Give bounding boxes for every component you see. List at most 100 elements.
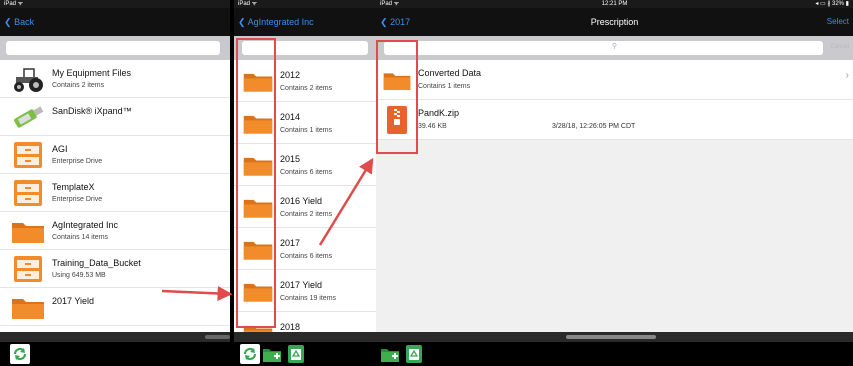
status-carrier: iPad ᯤ (238, 1, 258, 7)
recycle-bin-icon[interactable] (286, 344, 306, 364)
list-item-sandisk-ixpand[interactable]: SanDisk® iXpand™ (0, 98, 230, 136)
back-label: Back (14, 17, 35, 27)
folder-icon (243, 73, 273, 92)
cabinet-icon (14, 180, 42, 206)
nav-bar: ❮ Back (0, 8, 230, 36)
new-folder-icon[interactable] (262, 344, 282, 364)
zip-file-icon (387, 106, 407, 134)
item-title: 2016 Yield (280, 196, 323, 206)
status-bar: iPad ᯤ (0, 0, 230, 8)
item-subtitle: Contains 19 items (280, 295, 337, 302)
search-input[interactable] (242, 41, 368, 55)
item-title: PandK.zip (418, 108, 460, 118)
item-subtitle: Contains 2 items (280, 211, 333, 218)
item-title: TemplateX (52, 182, 95, 192)
back-button[interactable]: ❮ AgIntegrated Inc (238, 17, 314, 28)
list-item-agintegrated-inc[interactable]: AgIntegrated Inc Contains 14 items (0, 212, 230, 250)
status-carrier: iPad ᯤ (4, 1, 24, 7)
root-files-pane: iPad ᯤ ❮ Back My Equipment Files Contain… (0, 0, 230, 366)
list-item-2015[interactable]: 2015 Contains 6 items (234, 144, 376, 186)
list-item-templatex[interactable]: TemplateX Enterprise Drive (0, 174, 230, 212)
status-time: 12:21 PM (601, 1, 628, 7)
item-title: My Equipment Files (52, 68, 132, 78)
folder-icon (243, 115, 273, 134)
item-title: 2014 (280, 112, 301, 122)
folder-icon (12, 223, 44, 243)
search-bar: ⚲ Cancel (376, 36, 853, 60)
list-item-2018[interactable]: 2018 (234, 312, 376, 332)
item-subtitle: Contains 14 items (52, 234, 109, 241)
list-item-2012[interactable]: 2012 Contains 2 items (234, 60, 376, 102)
item-title: 2017 Yield (280, 280, 323, 290)
folder-icon (243, 199, 273, 218)
folder-icon (383, 73, 411, 90)
item-title: SanDisk® iXpand™ (52, 106, 132, 116)
item-subtitle: Using 649.53 MB (52, 272, 106, 279)
new-folder-icon[interactable] (380, 344, 400, 364)
item-subtitle: Contains 1 items (280, 127, 333, 134)
folder-icon (243, 241, 273, 260)
search-input[interactable] (6, 41, 220, 55)
list-item-2014[interactable]: 2014 Contains 1 items (234, 102, 376, 144)
list-item-2017-yield[interactable]: 2017 Yield (0, 288, 230, 326)
item-subtitle: Enterprise Drive (52, 196, 103, 203)
status-bar: iPad ᯤ 12:21 PM ◂ ▭ ∦ 32% ▮ (376, 0, 853, 8)
item-title: 2012 (280, 70, 301, 80)
status-battery: ◂ ▭ ∦ 32% ▮ (815, 1, 849, 7)
folder-icon (12, 299, 44, 319)
folder-icon (243, 325, 273, 332)
list-item-2017[interactable]: 2017 Contains 6 items (234, 228, 376, 270)
cancel-button[interactable]: Cancel (830, 44, 849, 50)
item-date: 3/28/18, 12:26:05 PM CDT (552, 123, 636, 130)
prescription-pane: iPad ᯤ 12:21 PM ◂ ▭ ∦ 32% ▮ ❮ 2017 Presc… (376, 0, 853, 366)
refresh-icon[interactable] (10, 344, 30, 364)
item-subtitle: Enterprise Drive (52, 158, 103, 165)
folder-icon (243, 283, 273, 302)
scroll-handle[interactable] (566, 335, 656, 339)
list-item-my-equipment-files[interactable]: My Equipment Files Contains 2 items (0, 60, 230, 98)
list-item-pandk-zip[interactable]: PandK.zip 39.46 KB 3/28/18, 12:26:05 PM … (376, 100, 853, 140)
item-title: 2017 Yield (52, 296, 95, 306)
item-size: 39.46 KB (418, 123, 447, 130)
back-label: AgIntegrated Inc (247, 17, 314, 27)
scroll-track (0, 332, 230, 342)
list-item-converted-data[interactable]: Converted Data Contains 1 items › (376, 60, 853, 100)
chevron-left-icon: ❮ (238, 17, 246, 27)
list-item-agi[interactable]: AGI Enterprise Drive (0, 136, 230, 174)
recycle-bin-icon[interactable] (404, 344, 424, 364)
page-title: Prescription (590, 17, 639, 27)
search-icon: ⚲ (611, 43, 618, 50)
list-item-2017-yield[interactable]: 2017 Yield Contains 19 items (234, 270, 376, 312)
item-title: 2015 (280, 154, 301, 164)
scroll-track (376, 332, 853, 342)
list-item-training-data-bucket[interactable]: Training_Data_Bucket Using 649.53 MB (0, 250, 230, 288)
item-subtitle: Contains 1 items (418, 83, 471, 90)
bottom-toolbar (376, 342, 853, 366)
scroll-track (234, 332, 376, 342)
file-list: Converted Data Contains 1 items › PandK.… (376, 60, 853, 332)
status-bar: iPad ᯤ (234, 0, 376, 8)
search-bar (0, 36, 230, 60)
back-button[interactable]: ❮ Back (4, 17, 34, 28)
nav-bar: ❮ 2017 Prescription Select (376, 8, 853, 36)
chevron-left-icon: ❮ (4, 17, 12, 27)
refresh-icon[interactable] (240, 344, 260, 364)
select-button[interactable]: Select (827, 17, 849, 26)
bottom-toolbar (0, 342, 230, 366)
chevron-right-icon: › (845, 70, 849, 81)
item-subtitle: Contains 6 items (280, 169, 333, 176)
list-item-2016-yield[interactable]: 2016 Yield Contains 2 items (234, 186, 376, 228)
folder-icon (243, 157, 273, 176)
cabinet-icon (14, 256, 42, 282)
tractor-icon (14, 68, 43, 92)
item-title: Training_Data_Bucket (52, 258, 141, 268)
item-subtitle: Contains 2 items (52, 82, 105, 89)
bottom-toolbar (234, 342, 376, 366)
item-title: 2017 (280, 238, 301, 248)
folder-list: 2012 Contains 2 items 2014 Contains 1 it… (234, 60, 376, 332)
item-subtitle: Contains 6 items (280, 253, 333, 260)
nav-bar: ❮ AgIntegrated Inc (234, 8, 376, 36)
scroll-handle[interactable] (205, 335, 230, 339)
agintegrated-pane: iPad ᯤ ❮ AgIntegrated Inc 2012 Contains … (234, 0, 376, 366)
item-subtitle: Contains 2 items (280, 85, 333, 92)
